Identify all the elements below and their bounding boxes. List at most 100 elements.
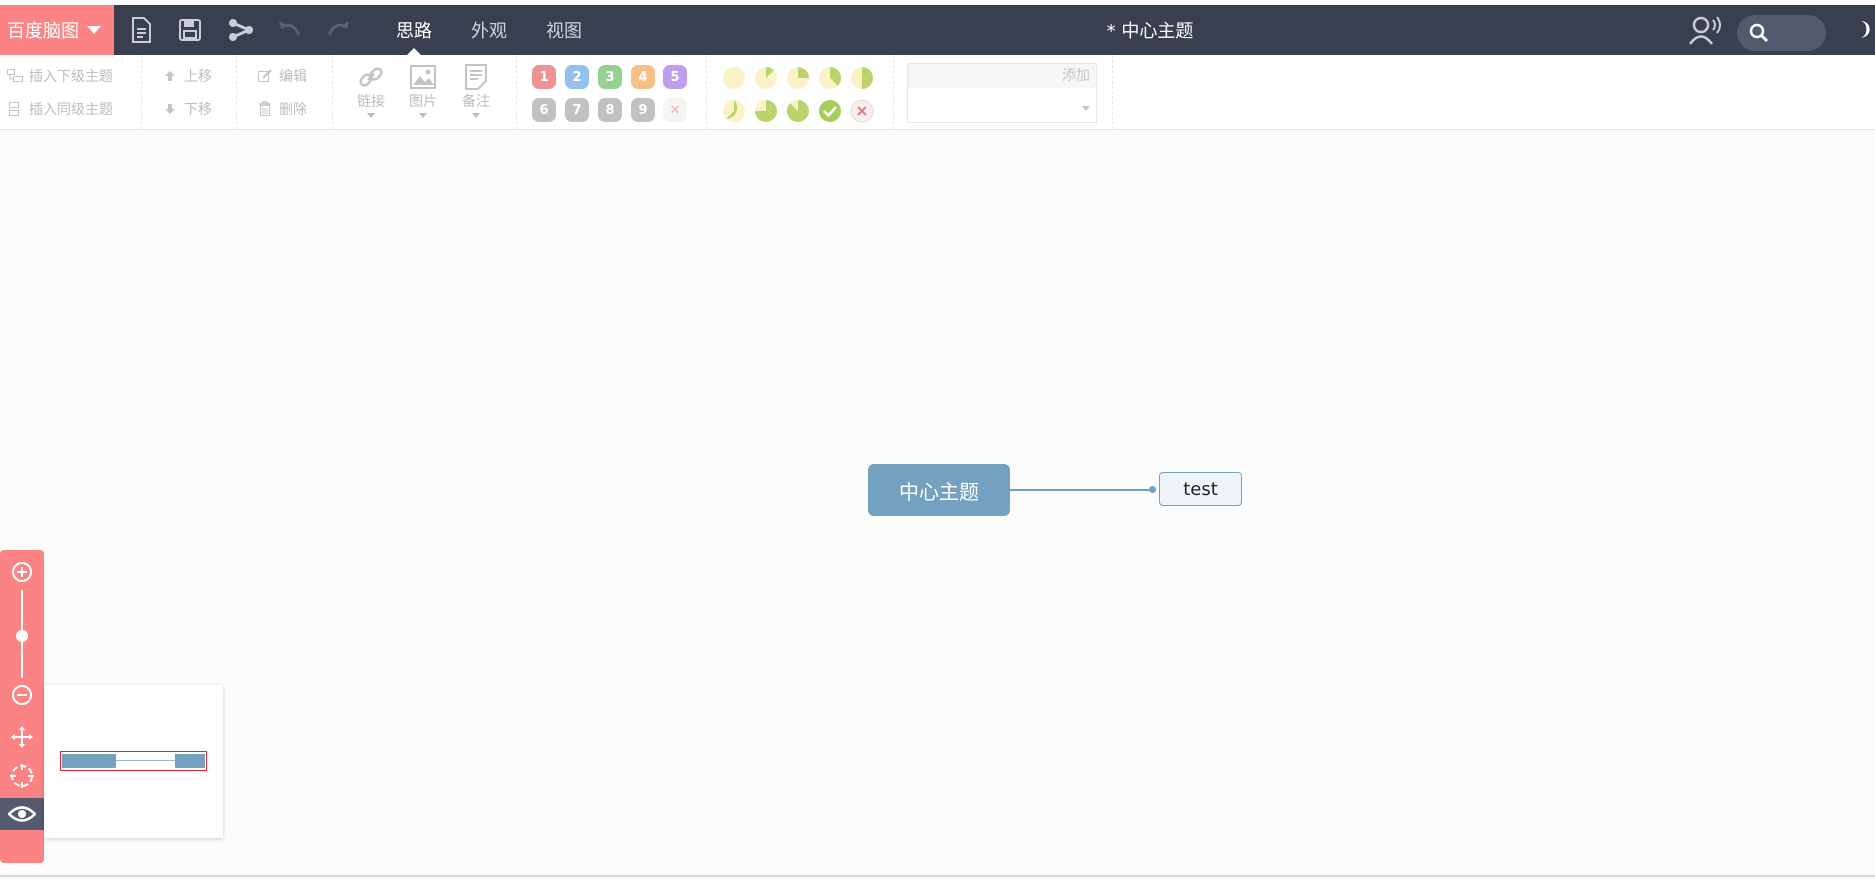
insert-child-label: 插入下级主题 xyxy=(29,69,113,85)
top-bar: 百度脑图 思路 外观 视图 * 中心主题 ❩ xyxy=(0,5,1875,55)
priority-4-label: 4 xyxy=(638,69,648,85)
progress-5-icon[interactable] xyxy=(722,99,746,123)
brand-label: 百度脑图 xyxy=(7,21,79,42)
priority-group: 1 2 3 4 5 6 7 8 9 ✕ xyxy=(517,55,707,130)
priority-5-label: 5 xyxy=(670,69,680,85)
tab-view-label: 视图 xyxy=(546,21,582,42)
priority-8-button[interactable]: 8 xyxy=(598,98,622,122)
user-feedback-button[interactable] xyxy=(1686,13,1726,47)
check-icon[interactable] xyxy=(818,99,842,123)
tab-appearance-label: 外观 xyxy=(471,21,507,42)
tab-thinking[interactable]: 思路 xyxy=(388,5,440,55)
insert-child-icon xyxy=(7,68,23,84)
progress-group xyxy=(707,55,894,130)
root-topic-label: 中心主题 xyxy=(899,479,979,504)
priority-6-label: 6 xyxy=(539,102,549,118)
eye-icon xyxy=(8,806,36,822)
link-button[interactable]: 链接 xyxy=(351,63,391,123)
priority-3-button[interactable]: 3 xyxy=(598,65,622,89)
save-button[interactable] xyxy=(170,5,210,55)
zoom-out-icon xyxy=(12,685,32,705)
minimap-root-node xyxy=(62,754,116,768)
remove-priority-button[interactable]: ✕ xyxy=(663,98,687,122)
priority-4-button[interactable]: 4 xyxy=(631,65,655,89)
tab-thinking-label: 思路 xyxy=(396,21,432,42)
remove-progress-icon[interactable] xyxy=(850,99,874,123)
move-down-button[interactable]: 下移 xyxy=(162,98,212,120)
zoom-in-icon xyxy=(12,562,32,582)
connection-dot xyxy=(1149,486,1156,493)
priority-6-button[interactable]: 6 xyxy=(532,98,556,122)
pencil-icon xyxy=(257,68,273,84)
share-icon xyxy=(229,19,253,41)
ribbon-toolbar: 插入下级主题 插入同级主题 上移 下移 编辑 删除 链接 图片 备注 1 2 3… xyxy=(0,55,1875,130)
link-label: 链接 xyxy=(357,94,385,110)
insert-child-button[interactable]: 插入下级主题 xyxy=(7,65,113,87)
zoom-out-button[interactable] xyxy=(0,679,44,711)
progress-1-icon[interactable] xyxy=(754,66,778,90)
locate-root-button[interactable] xyxy=(0,760,44,792)
progress-3-icon[interactable] xyxy=(818,66,842,90)
target-icon xyxy=(10,764,34,788)
search-icon xyxy=(1749,23,1769,43)
priority-5-button[interactable]: 5 xyxy=(663,65,687,89)
tab-appearance[interactable]: 外观 xyxy=(463,5,515,55)
minimap-connection xyxy=(116,760,175,761)
root-topic-node[interactable]: 中心主题 xyxy=(868,464,1010,516)
delete-button[interactable]: 删除 xyxy=(257,98,307,120)
undo-icon xyxy=(279,21,301,36)
zoom-panel xyxy=(0,550,44,863)
progress-4-icon[interactable] xyxy=(850,66,874,90)
priority-7-button[interactable]: 7 xyxy=(565,98,589,122)
note-caret-icon xyxy=(472,113,480,118)
move-up-label: 上移 xyxy=(184,69,212,85)
undo-button[interactable] xyxy=(270,5,310,55)
hand-move-button[interactable] xyxy=(0,721,44,753)
priority-2-label: 2 xyxy=(572,69,582,85)
tab-view[interactable]: 视图 xyxy=(538,5,590,55)
priority-2-button[interactable]: 2 xyxy=(565,65,589,89)
insert-sibling-button[interactable]: 插入同级主题 xyxy=(7,98,113,120)
tag-add-button[interactable]: 添加 xyxy=(908,64,1096,88)
search-button[interactable] xyxy=(1737,15,1826,51)
new-file-button[interactable] xyxy=(121,5,161,55)
redo-icon xyxy=(327,21,349,36)
user-voice-icon xyxy=(1689,16,1721,45)
caret-down-icon xyxy=(87,26,101,34)
progress-0-icon[interactable] xyxy=(722,66,746,90)
fullscreen-icon[interactable]: ❩ xyxy=(1858,19,1873,40)
navigator-minimap[interactable] xyxy=(44,685,223,838)
progress-6-icon[interactable] xyxy=(754,99,778,123)
edit-label: 编辑 xyxy=(279,69,307,85)
close-icon: ✕ xyxy=(669,102,681,118)
canvas-bottom-border xyxy=(0,875,1875,877)
move-up-button[interactable]: 上移 xyxy=(162,65,212,87)
zoom-slider-knob[interactable] xyxy=(16,630,28,642)
priority-9-label: 9 xyxy=(638,102,648,118)
priority-9-button[interactable]: 9 xyxy=(631,98,655,122)
progress-7-icon[interactable] xyxy=(786,99,810,123)
child-topic-label: test xyxy=(1183,478,1218,500)
priority-1-button[interactable]: 1 xyxy=(532,65,556,89)
priority-8-label: 8 xyxy=(605,102,615,118)
share-button[interactable] xyxy=(221,5,261,55)
link-icon xyxy=(359,67,383,87)
edit-group: 编辑 删除 xyxy=(237,55,333,130)
edit-button[interactable]: 编辑 xyxy=(257,65,307,87)
brand-menu-button[interactable]: 百度脑图 xyxy=(0,5,114,55)
note-label: 备注 xyxy=(462,94,490,110)
move-group: 上移 下移 xyxy=(142,55,237,130)
note-button[interactable]: 备注 xyxy=(456,63,496,123)
navigator-toggle-button[interactable] xyxy=(0,798,44,830)
document-title: * 中心主题 xyxy=(1106,21,1194,42)
progress-2-icon[interactable] xyxy=(786,66,810,90)
image-button[interactable]: 图片 xyxy=(403,63,443,123)
zoom-in-button[interactable] xyxy=(0,556,44,588)
connection-line xyxy=(1010,489,1153,491)
redo-button[interactable] xyxy=(318,5,358,55)
navigator-viewport[interactable] xyxy=(60,751,207,771)
move-arrows-icon xyxy=(11,726,33,748)
tag-select[interactable] xyxy=(908,94,1096,122)
child-topic-node[interactable]: test xyxy=(1159,472,1242,506)
priority-7-label: 7 xyxy=(572,102,582,118)
